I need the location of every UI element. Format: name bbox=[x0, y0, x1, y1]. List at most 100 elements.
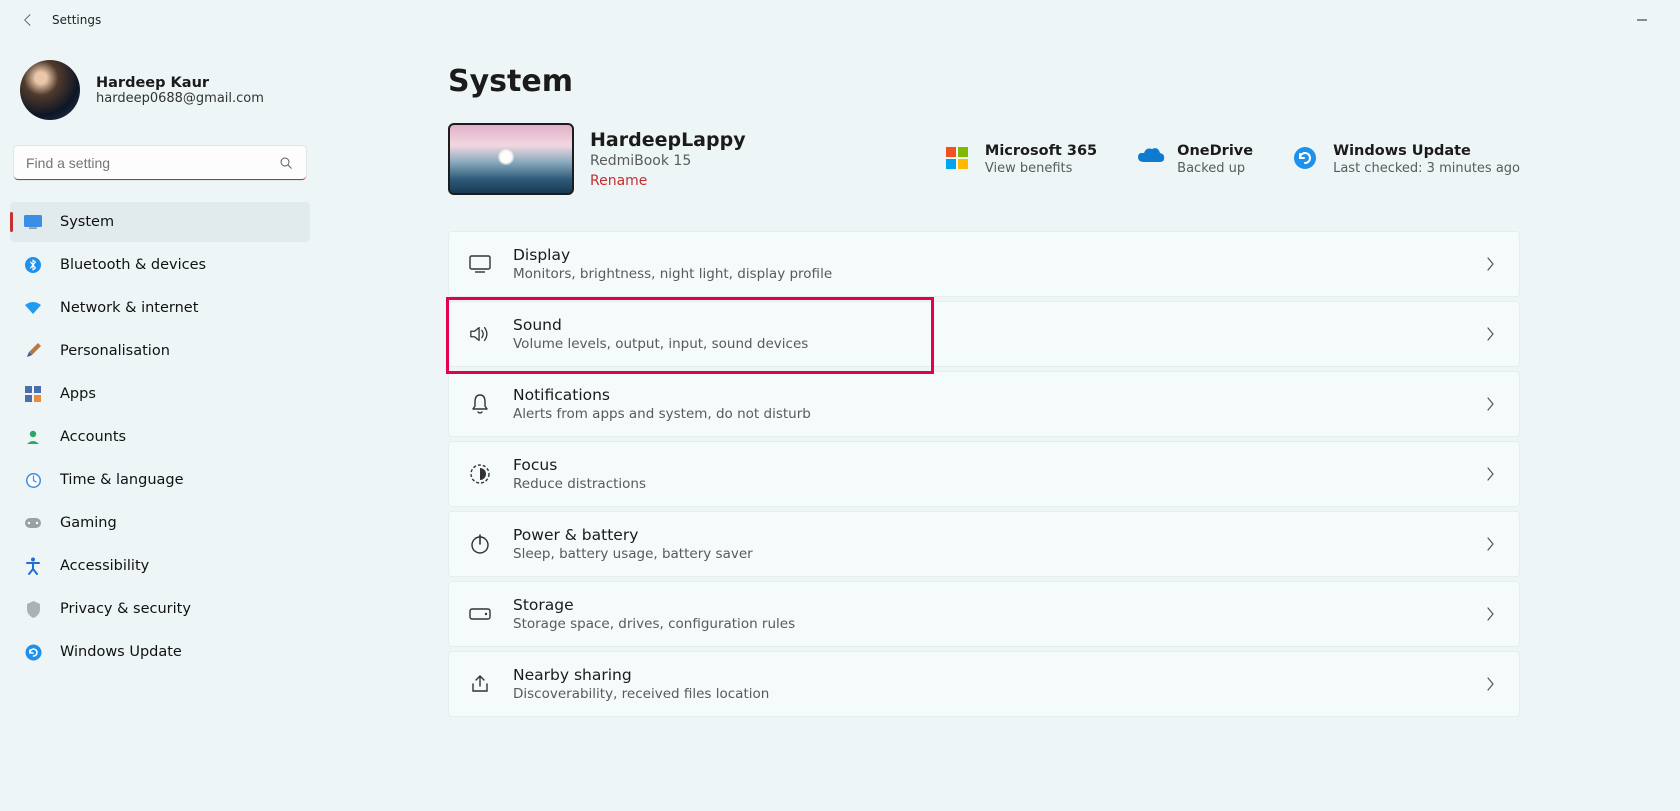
share-icon bbox=[469, 673, 491, 695]
chevron-right-icon bbox=[1486, 466, 1495, 482]
brush-icon bbox=[24, 342, 42, 360]
wallpaper-thumbnail[interactable] bbox=[448, 123, 574, 195]
user-email: hardeep0688@gmail.com bbox=[96, 91, 264, 106]
back-button[interactable] bbox=[8, 0, 48, 40]
sidebar-item-label: Accounts bbox=[60, 429, 126, 445]
card-sub: Discoverability, received files location bbox=[513, 686, 1464, 702]
card-sub: Alerts from apps and system, do not dist… bbox=[513, 406, 1464, 422]
focus-icon bbox=[469, 463, 491, 485]
sidebar-item-accessibility[interactable]: Accessibility bbox=[10, 546, 310, 586]
microsoft-365-icon bbox=[945, 146, 971, 172]
rename-link[interactable]: Rename bbox=[590, 173, 746, 189]
sidebar-item-label: Gaming bbox=[60, 515, 117, 531]
sidebar-item-label: Apps bbox=[60, 386, 96, 402]
card-display[interactable]: Display Monitors, brightness, night ligh… bbox=[448, 231, 1520, 297]
sidebar-item-label: Windows Update bbox=[60, 644, 182, 660]
sidebar-item-label: Bluetooth & devices bbox=[60, 257, 206, 273]
power-icon bbox=[469, 533, 491, 555]
card-sub: Monitors, brightness, night light, displ… bbox=[513, 266, 1464, 282]
minimize-button[interactable] bbox=[1636, 14, 1648, 26]
card-power[interactable]: Power & battery Sleep, battery usage, ba… bbox=[448, 511, 1520, 577]
hero-link-sub: Last checked: 3 minutes ago bbox=[1333, 161, 1520, 176]
chevron-right-icon bbox=[1486, 606, 1495, 622]
sidebar-nav: System Bluetooth & devices Network & int… bbox=[6, 202, 314, 672]
sidebar-item-network[interactable]: Network & internet bbox=[10, 288, 310, 328]
device-model: RedmiBook 15 bbox=[590, 153, 746, 169]
hero-link-title: Windows Update bbox=[1333, 143, 1520, 159]
search-container bbox=[14, 146, 306, 180]
settings-cards: Display Monitors, brightness, night ligh… bbox=[448, 231, 1520, 717]
hero-link-update[interactable]: Windows Update Last checked: 3 minutes a… bbox=[1293, 143, 1520, 176]
sidebar: Hardeep Kaur hardeep0688@gmail.com Syste… bbox=[0, 40, 320, 811]
sidebar-item-label: Privacy & security bbox=[60, 601, 191, 617]
card-sub: Volume levels, output, input, sound devi… bbox=[513, 336, 1464, 352]
card-title: Nearby sharing bbox=[513, 666, 1464, 684]
sidebar-item-system[interactable]: System bbox=[10, 202, 310, 242]
search-icon bbox=[278, 155, 294, 171]
hero-link-onedrive[interactable]: OneDrive Backed up bbox=[1137, 143, 1253, 176]
card-sound[interactable]: Sound Volume levels, output, input, soun… bbox=[448, 301, 1520, 367]
sidebar-item-privacy[interactable]: Privacy & security bbox=[10, 589, 310, 629]
card-title: Sound bbox=[513, 316, 1464, 334]
onedrive-icon bbox=[1137, 146, 1163, 172]
hero-link-title: OneDrive bbox=[1177, 143, 1253, 159]
sidebar-item-personalisation[interactable]: Personalisation bbox=[10, 331, 310, 371]
card-sub: Reduce distractions bbox=[513, 476, 1464, 492]
shield-icon bbox=[24, 600, 42, 618]
sidebar-item-time[interactable]: Time & language bbox=[10, 460, 310, 500]
main-content: System HardeepLappy RedmiBook 15 Rename … bbox=[320, 40, 1680, 811]
card-title: Storage bbox=[513, 596, 1464, 614]
sidebar-item-update[interactable]: Windows Update bbox=[10, 632, 310, 672]
bluetooth-icon bbox=[24, 256, 42, 274]
card-notifications[interactable]: Notifications Alerts from apps and syste… bbox=[448, 371, 1520, 437]
hero-link-title: Microsoft 365 bbox=[985, 143, 1097, 159]
user-profile[interactable]: Hardeep Kaur hardeep0688@gmail.com bbox=[6, 48, 314, 134]
sound-icon bbox=[469, 324, 491, 344]
card-title: Power & battery bbox=[513, 526, 1464, 544]
app-title: Settings bbox=[48, 13, 101, 27]
card-sub: Storage space, drives, configuration rul… bbox=[513, 616, 1464, 632]
clock-icon bbox=[24, 471, 42, 489]
wifi-icon bbox=[24, 299, 42, 317]
display-icon bbox=[24, 213, 42, 231]
title-bar: Settings bbox=[0, 0, 1680, 40]
sidebar-item-label: System bbox=[60, 214, 114, 230]
card-sub: Sleep, battery usage, battery saver bbox=[513, 546, 1464, 562]
hero-link-m365[interactable]: Microsoft 365 View benefits bbox=[945, 143, 1097, 176]
user-name: Hardeep Kaur bbox=[96, 75, 264, 91]
chevron-right-icon bbox=[1486, 256, 1495, 272]
card-title: Display bbox=[513, 246, 1464, 264]
apps-icon bbox=[24, 385, 42, 403]
sidebar-item-label: Time & language bbox=[60, 472, 184, 488]
sidebar-item-apps[interactable]: Apps bbox=[10, 374, 310, 414]
storage-icon bbox=[469, 608, 491, 620]
hero-link-sub: View benefits bbox=[985, 161, 1097, 176]
card-title: Notifications bbox=[513, 386, 1464, 404]
card-storage[interactable]: Storage Storage space, drives, configura… bbox=[448, 581, 1520, 647]
accessibility-icon bbox=[24, 557, 42, 575]
chevron-right-icon bbox=[1486, 536, 1495, 552]
chevron-right-icon bbox=[1486, 396, 1495, 412]
card-focus[interactable]: Focus Reduce distractions bbox=[448, 441, 1520, 507]
window-controls bbox=[1636, 14, 1672, 26]
card-title: Focus bbox=[513, 456, 1464, 474]
sidebar-item-gaming[interactable]: Gaming bbox=[10, 503, 310, 543]
sidebar-item-label: Accessibility bbox=[60, 558, 149, 574]
update-icon bbox=[24, 643, 42, 661]
sidebar-item-label: Network & internet bbox=[60, 300, 198, 316]
avatar bbox=[20, 60, 80, 120]
sidebar-item-bluetooth[interactable]: Bluetooth & devices bbox=[10, 245, 310, 285]
gamepad-icon bbox=[24, 514, 42, 532]
bell-icon bbox=[469, 393, 491, 415]
chevron-right-icon bbox=[1486, 326, 1495, 342]
page-title: System bbox=[448, 64, 1520, 99]
sidebar-item-label: Personalisation bbox=[60, 343, 170, 359]
chevron-right-icon bbox=[1486, 676, 1495, 692]
sidebar-item-accounts[interactable]: Accounts bbox=[10, 417, 310, 457]
display-icon bbox=[469, 255, 491, 273]
person-icon bbox=[24, 428, 42, 446]
search-input[interactable] bbox=[14, 146, 306, 180]
card-nearby[interactable]: Nearby sharing Discoverability, received… bbox=[448, 651, 1520, 717]
windows-update-icon bbox=[1293, 146, 1319, 172]
device-name: HardeepLappy bbox=[590, 129, 746, 151]
